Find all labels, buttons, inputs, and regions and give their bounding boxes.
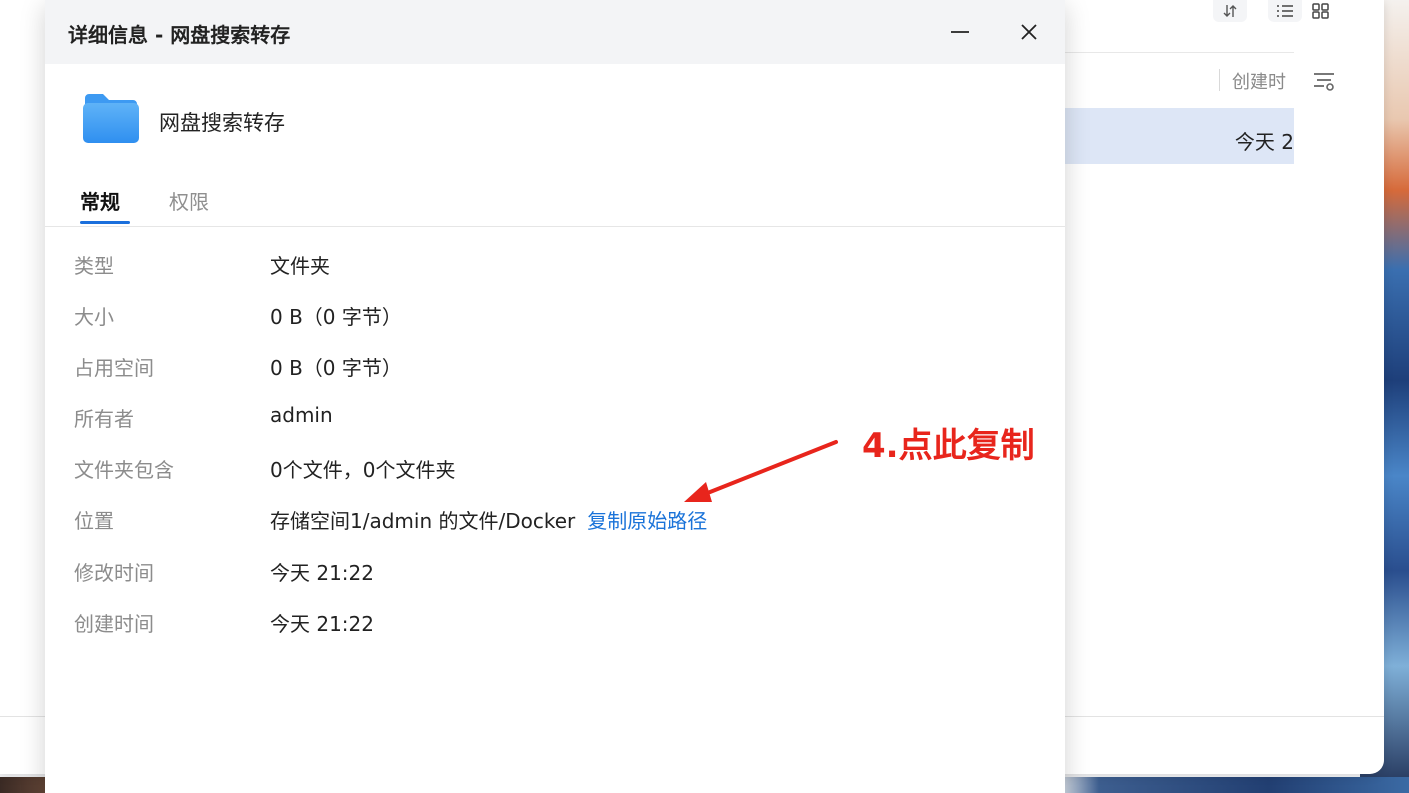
folder-name: 网盘搜索转存 [159,111,285,135]
folder-icon [82,92,140,144]
file-row-selected[interactable]: 今天 2 [1060,108,1294,164]
list-view-icon[interactable] [1268,0,1302,22]
annotation-arrow-icon [684,440,838,502]
annotation-label: 4.点此复制 [862,426,1035,466]
column-header-created[interactable]: 创建时 [1232,68,1286,94]
property-value: 文件夹 [270,254,330,278]
location-path: 存储空间1/admin 的文件/Docker [270,509,576,533]
tab-permissions[interactable]: 权限 [169,186,209,215]
tab-general[interactable]: 常规 [80,186,120,215]
property-value: 今天 21:22 [270,561,374,585]
dialog-titlebar[interactable]: 详细信息 - 网盘搜索转存 [45,0,1065,64]
property-value: 0 B（0 字节） [270,356,402,380]
property-value: 0 B（0 字节） [270,305,402,329]
sort-icon[interactable] [1213,0,1247,22]
property-label: 占用空间 [74,356,154,380]
file-row-date: 今天 2 [1234,130,1294,154]
column-separator[interactable] [1219,69,1220,91]
property-label: 类型 [74,254,114,278]
toolbar-divider [1060,52,1294,53]
close-icon[interactable] [1011,14,1047,50]
column-settings-icon[interactable] [1312,70,1336,92]
details-dialog: 详细信息 - 网盘搜索转存 网盘搜索转存 常规 权限 类型 文件夹 大小 0 B… [45,0,1065,793]
active-tab-indicator [80,221,130,224]
property-value: admin [270,403,333,427]
grid-view-icon[interactable] [1304,0,1338,22]
minimize-icon[interactable] [942,14,978,50]
dialog-title: 详细信息 - 网盘搜索转存 [68,23,291,47]
property-value: 0个文件，0个文件夹 [270,458,456,482]
property-label: 文件夹包含 [74,458,174,482]
property-label: 修改时间 [74,561,154,585]
property-label: 大小 [74,305,114,329]
copy-original-path-link[interactable]: 复制原始路径 [587,509,707,533]
property-value-location: 存储空间1/admin 的文件/Docker 复制原始路径 [270,505,707,534]
property-label: 所有者 [74,407,134,431]
property-label: 位置 [74,509,114,533]
property-label: 创建时间 [74,612,154,636]
property-value: 今天 21:22 [270,612,374,636]
tabs-divider [45,226,1065,227]
